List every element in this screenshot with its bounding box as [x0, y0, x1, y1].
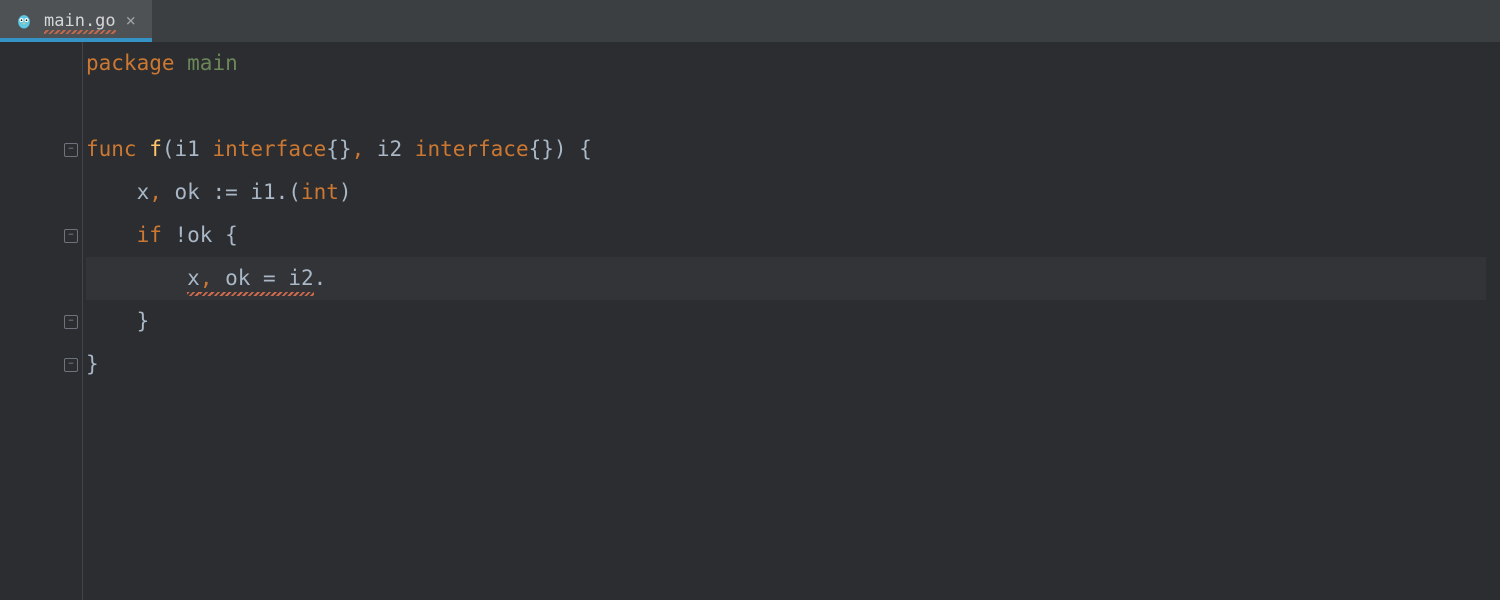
token-pkgname: main: [187, 51, 238, 75]
fold-handle-icon[interactable]: [64, 358, 78, 372]
code-line[interactable]: func f(i1 interface{}, i2 interface{}) {: [86, 128, 1500, 171]
token-paren: ): [339, 180, 352, 204]
code-line[interactable]: package main: [86, 42, 1500, 85]
token-kw: package: [86, 51, 187, 75]
token-ident: ok = i2: [212, 257, 313, 300]
token-fn: f: [149, 137, 162, 161]
tab-main-go[interactable]: main.go ×: [0, 0, 152, 42]
token-ident: !ok {: [175, 223, 238, 247]
fold-handle-icon[interactable]: [64, 143, 78, 157]
token-type: interface: [212, 137, 326, 161]
code-line[interactable]: }: [86, 343, 1500, 386]
token-ident: [86, 266, 187, 290]
code-editor[interactable]: package mainfunc f(i1 interface{}, i2 in…: [0, 42, 1500, 600]
token-brace: {}: [529, 137, 554, 161]
token-ident: ok := i1.(: [175, 180, 301, 204]
fold-handle-icon[interactable]: [64, 229, 78, 243]
fold-handle-icon[interactable]: [64, 315, 78, 329]
code-line[interactable]: }: [86, 300, 1500, 343]
token-brace: {}: [326, 137, 351, 161]
go-gopher-icon: [14, 11, 34, 31]
code-line[interactable]: x, ok = i2.: [86, 257, 1500, 300]
token-kw: if: [137, 223, 175, 247]
token-ident: i1: [175, 137, 213, 161]
token-comma: ,: [352, 137, 377, 161]
tab-close-icon[interactable]: ×: [126, 13, 136, 30]
gutter-separator: [82, 42, 83, 600]
error-underline-icon: [44, 30, 116, 34]
token-brace: }: [86, 352, 99, 376]
token-type: int: [301, 180, 339, 204]
code-line[interactable]: if !ok {: [86, 214, 1500, 257]
token-ident: [86, 223, 137, 247]
token-ident: x: [86, 180, 149, 204]
code-line[interactable]: x, ok := i1.(int): [86, 171, 1500, 214]
token-ident: x: [187, 257, 200, 300]
token-paren: (: [162, 137, 175, 161]
token-comma: ,: [149, 180, 174, 204]
tab-bar: main.go ×: [0, 0, 1500, 42]
inspection-stripe: [1486, 42, 1500, 600]
token-ident: i2: [377, 137, 415, 161]
tab-filename: main.go: [44, 11, 116, 31]
token-type: interface: [415, 137, 529, 161]
token-paren: ) {: [554, 137, 592, 161]
code-area[interactable]: package mainfunc f(i1 interface{}, i2 in…: [86, 42, 1500, 600]
token-dot: .: [314, 266, 327, 290]
token-brace: }: [86, 309, 149, 333]
token-kw: func: [86, 137, 149, 161]
code-line[interactable]: [86, 85, 1500, 128]
token-comma: ,: [200, 257, 213, 300]
